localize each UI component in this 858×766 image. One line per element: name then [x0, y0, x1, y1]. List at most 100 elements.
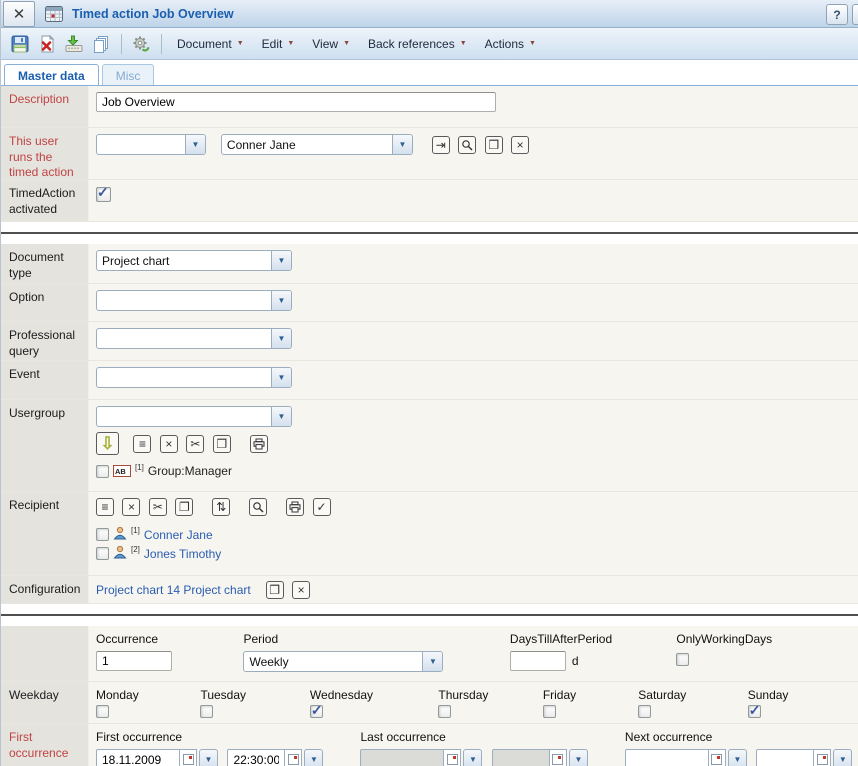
occurrence-input[interactable]	[96, 651, 172, 671]
add-down-icon[interactable]: ⇩	[96, 432, 119, 455]
recipient-link[interactable]: Conner Jane	[144, 528, 213, 542]
chevron-down-icon[interactable]: ▼	[199, 749, 218, 766]
document-type-select[interactable]: Project chart▼	[96, 250, 292, 271]
copy-icon[interactable]: ❐	[175, 498, 193, 516]
wednesday-checkbox[interactable]	[310, 705, 323, 718]
chevron-down-icon[interactable]: ▼	[463, 749, 482, 766]
person-icon	[113, 526, 127, 543]
occurrence-label: Occurrence	[96, 632, 239, 646]
clear-icon[interactable]: ×	[511, 136, 529, 154]
chevron-down-icon[interactable]: ▼	[569, 749, 588, 766]
description-input[interactable]	[96, 92, 496, 112]
usergroup-item-checkbox[interactable]	[96, 465, 109, 478]
calendar-icon[interactable]	[285, 749, 302, 766]
saturday-checkbox[interactable]	[638, 705, 651, 718]
settings-button[interactable]	[128, 31, 154, 57]
event-select[interactable]: ▼	[96, 367, 292, 388]
first-occurrence-time-input[interactable]	[227, 749, 285, 766]
recipient-label: Recipient	[1, 492, 89, 575]
delete-icon[interactable]: ×	[122, 498, 140, 516]
import-button[interactable]	[61, 31, 87, 57]
first-occurrence-date-input[interactable]	[96, 749, 180, 766]
chevron-down-icon[interactable]: ▼	[304, 749, 323, 766]
calendar-icon[interactable]	[709, 749, 726, 766]
form-master-data: Description This user runs the timed act…	[1, 86, 858, 766]
help-button[interactable]: ?	[826, 4, 848, 25]
sort-icon[interactable]: ⇅	[212, 498, 230, 516]
only-working-days-checkbox[interactable]	[676, 653, 689, 666]
cut-icon[interactable]: ✂	[149, 498, 167, 516]
goto-icon[interactable]: ⇥	[432, 136, 450, 154]
configuration-link[interactable]: Project chart 14 Project chart	[96, 583, 251, 597]
monday-checkbox[interactable]	[96, 705, 109, 718]
paste-icon[interactable]: ❐	[266, 581, 284, 599]
menu-view[interactable]: View▼	[303, 32, 359, 56]
partial-button[interactable]	[852, 4, 858, 25]
member-index: [1]	[131, 526, 140, 535]
recipient-link[interactable]: Jones Timothy	[144, 547, 221, 561]
select-all-icon[interactable]: ≡	[96, 498, 114, 516]
calendar-icon[interactable]	[814, 749, 831, 766]
chevron-down-icon[interactable]: ▼	[728, 749, 747, 766]
option-select[interactable]: ▼	[96, 290, 292, 311]
tab-bar: Master data Misc	[1, 60, 858, 86]
sunday-checkbox[interactable]	[748, 705, 761, 718]
friday-checkbox[interactable]	[543, 705, 556, 718]
activated-checkbox[interactable]	[96, 187, 111, 202]
menu-edit[interactable]: Edit▼	[253, 32, 304, 56]
menu-back-references[interactable]: Back references▼	[359, 32, 476, 56]
select-all-icon[interactable]: ≡	[133, 435, 151, 453]
tab-master-data[interactable]: Master data	[4, 64, 99, 85]
next-occurrence-date-input[interactable]	[625, 749, 709, 766]
next-occurrence-time-input[interactable]	[756, 749, 814, 766]
print-icon[interactable]	[286, 498, 304, 516]
calendar-icon[interactable]	[444, 749, 461, 766]
row-professional-query: Professional query ▼	[1, 322, 858, 361]
close-button[interactable]: ✕	[3, 1, 35, 27]
print-icon[interactable]	[250, 435, 268, 453]
search-icon[interactable]	[458, 136, 476, 154]
chevron-down-icon: ▼	[271, 407, 291, 426]
search-icon[interactable]	[249, 498, 267, 516]
row-weekday: Weekday Monday Tuesday Wednesday Thursda…	[1, 682, 858, 724]
calendar-icon[interactable]	[180, 749, 197, 766]
user-select[interactable]: Conner Jane▼	[221, 134, 413, 155]
chevron-down-icon: ▼	[185, 135, 205, 154]
first-occurrence-time: ▼	[227, 749, 323, 766]
copy-icon[interactable]: ❐	[213, 435, 231, 453]
chevron-down-icon: ▼	[271, 368, 291, 387]
first-occurrence-date: ▼	[96, 749, 218, 766]
clear-icon[interactable]: ×	[292, 581, 310, 599]
user-type-select[interactable]: ▼	[96, 134, 206, 155]
cut-icon[interactable]: ✂	[186, 435, 204, 453]
description-label: Description	[1, 86, 89, 127]
tuesday-checkbox[interactable]	[200, 705, 213, 718]
application-window: ✕ Timed action Job Overview ? Document▼ …	[0, 0, 858, 766]
chevron-down-icon: ▼	[343, 40, 350, 47]
recipient-checkbox[interactable]	[96, 547, 109, 560]
activated-label: TimedAction activated	[1, 180, 89, 221]
paste-icon[interactable]: ❐	[485, 136, 503, 154]
cancel-document-button[interactable]	[34, 31, 60, 57]
menu-document[interactable]: Document▼	[168, 32, 253, 56]
row-document-type: Document type Project chart▼	[1, 244, 858, 284]
chevron-down-icon[interactable]: ▼	[833, 749, 852, 766]
chevron-down-icon: ▼	[287, 40, 294, 47]
thursday-checkbox[interactable]	[438, 705, 451, 718]
copy-button[interactable]	[88, 31, 114, 57]
usergroup-select[interactable]: ▼	[96, 406, 292, 427]
window-title: Timed action Job Overview	[72, 7, 234, 21]
menu-actions[interactable]: Actions▼	[476, 32, 545, 56]
check-icon[interactable]: ✓	[313, 498, 331, 516]
days-till-after-period-input[interactable]	[510, 651, 566, 671]
day-label: Sunday	[748, 688, 789, 702]
recipient-checkbox[interactable]	[96, 528, 109, 541]
delete-icon[interactable]: ×	[160, 435, 178, 453]
professional-query-select[interactable]: ▼	[96, 328, 292, 349]
save-button[interactable]	[7, 31, 33, 57]
period-select[interactable]: Weekly▼	[243, 651, 443, 672]
tab-misc[interactable]: Misc	[102, 64, 155, 85]
settings-icon	[131, 34, 151, 54]
calendar-icon[interactable]	[550, 749, 567, 766]
event-label: Event	[1, 361, 89, 399]
